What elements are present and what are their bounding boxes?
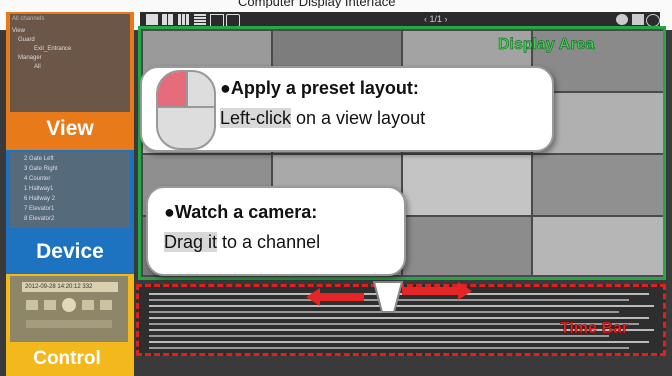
device-item[interactable]: 2 Gate Left [24,156,54,162]
next-page-icon: › [442,14,448,24]
layout-2x2-icon[interactable] [162,14,174,25]
arrow-right-icon [402,282,472,300]
camera-channel[interactable] [403,155,531,215]
mouse-left-button-icon [158,72,186,106]
callout-layout-text: on a view layout [291,108,426,128]
step-back-icon[interactable] [44,300,56,310]
time-track [149,335,609,337]
callout-camera-title: ●Watch a camera: [164,202,318,222]
tree-item-guard[interactable]: Guard [18,37,35,43]
gear-icon[interactable] [616,14,628,25]
datetime-field[interactable]: 2012-09-28 14:20:12 332 [22,282,118,292]
page-indicator[interactable]: ‹ 1/1 › [424,14,448,24]
snapshot-icon[interactable] [632,14,644,25]
layout-4x4-icon[interactable] [194,14,206,25]
time-track [149,347,629,349]
device-list: 2 Gate Left 3 Gate Right 4 Counter 1 Hal… [10,152,130,228]
mouse-icon [156,70,216,150]
tree-item-manager[interactable]: Manager [18,55,42,61]
window-title: Computer Display Interface [238,0,396,8]
device-item[interactable]: 4 Counter [24,176,50,182]
view-label: View [46,117,94,140]
callout-layout-highlight: Left-click [220,108,292,128]
rewind-icon[interactable] [26,300,38,310]
layout-1x1-icon[interactable] [146,14,158,25]
view-header: All channels [12,16,45,22]
time-track [149,317,649,319]
view-tree: All channels View Guard Exit_Entrance Ma… [10,14,130,112]
tree-item-all[interactable]: All [34,64,41,70]
device-item[interactable]: 8 Elevator2 [24,216,54,222]
drag-pointer-icon [372,281,404,313]
camera-channel[interactable] [533,217,663,275]
display-area-label: Display Area [498,36,595,54]
device-item[interactable]: 1 Hallway1 [24,186,53,192]
pause-icon[interactable] [62,298,76,312]
fast-forward-icon[interactable] [100,300,112,310]
device-label: Device [36,240,104,263]
device-item[interactable]: 6 Hallway 2 [24,196,55,202]
tree-item-exit-entrance[interactable]: Exit_Entrance [34,46,71,52]
time-track [149,341,649,343]
control-label: Control [33,348,101,369]
arrow-left-icon [306,288,364,306]
camera-channel[interactable] [533,155,663,215]
layout-3x3-icon[interactable] [178,14,190,25]
callout-layout-title: ●Apply a preset layout: [220,78,419,98]
step-forward-icon[interactable] [82,300,94,310]
camera-channel[interactable] [403,217,531,275]
speed-slider[interactable] [26,320,112,328]
callout-camera-text: to a channel [217,232,321,252]
time-bar-label: Time Bar [560,320,629,338]
device-item[interactable]: 3 Gate Right [24,166,58,172]
device-item[interactable]: 7 Elevator1 [24,206,54,212]
callout-watch-camera: ●Watch a camera: Drag it to a channel [146,186,406,276]
playback-controls: 2012-09-28 14:20:12 332 [10,276,128,342]
view-section-title: View [12,28,25,34]
callout-camera-highlight: Drag it [164,232,218,252]
